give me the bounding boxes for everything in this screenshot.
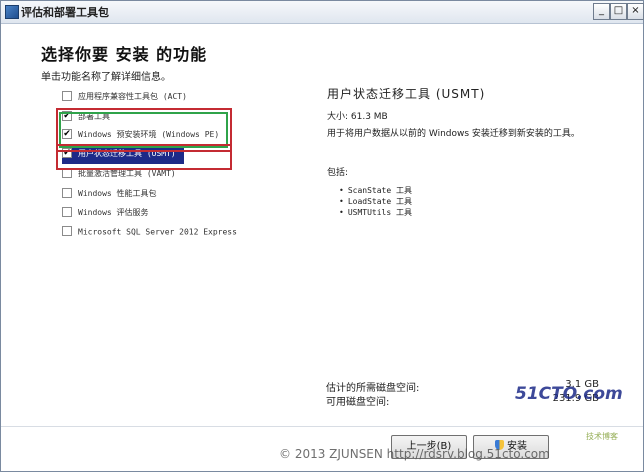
- feature-item-sql-express[interactable]: Microsoft SQL Server 2012 Express: [62, 226, 237, 243]
- feature-checkbox[interactable]: [62, 226, 72, 236]
- detail-size: 大小: 61.3 MB: [327, 112, 388, 122]
- feature-label: Microsoft SQL Server 2012 Express: [78, 227, 237, 237]
- highlight-box-red-usmt: [56, 144, 232, 170]
- page-title: 选择你要 安装 的功能: [41, 45, 208, 64]
- feature-label: Windows 评估服务: [78, 208, 149, 217]
- detail-description: 用于将用户数据从以前的 Windows 安装迁移到新安装的工具。: [327, 129, 580, 139]
- app-icon: [5, 5, 19, 19]
- feature-checkbox[interactable]: [62, 187, 72, 198]
- watermark-copyright: © 2013 ZJUNSEN http://rdsrv.blog.51cto.c…: [279, 447, 550, 461]
- feature-label: Windows 性能工具包: [78, 189, 157, 198]
- list-item: ScanState 工具: [339, 185, 412, 196]
- feature-item-performance-toolkit[interactable]: Windows 性能工具包: [62, 187, 157, 204]
- title-bar[interactable]: 评估和部署工具包 _ □ ×: [1, 1, 644, 24]
- feature-item-vamt[interactable]: 批量激活管理工具 (VAMT): [62, 167, 176, 184]
- detail-includes-list: ScanState 工具 LoadState 工具 USMTUtils 工具: [339, 185, 412, 218]
- feature-checkbox[interactable]: [62, 90, 72, 101]
- highlight-box-green: [59, 112, 228, 148]
- detail-title: 用户状态迁移工具 (USMT): [327, 87, 486, 101]
- window-title: 评估和部署工具包: [21, 6, 109, 19]
- close-button[interactable]: ×: [627, 3, 644, 20]
- feature-label: 应用程序兼容性工具包 (ACT): [78, 92, 187, 101]
- detail-includes-label: 包括:: [327, 168, 349, 178]
- list-item: LoadState 工具: [339, 196, 412, 207]
- list-item: USMTUtils 工具: [339, 207, 412, 218]
- feature-checkbox[interactable]: [62, 206, 72, 217]
- required-space-label: 估计的所需磁盘空间:: [326, 383, 420, 394]
- maximize-button[interactable]: □: [610, 3, 627, 20]
- watermark-logo: 51CTO.com: [515, 384, 623, 404]
- feature-item-assessment-services[interactable]: Windows 评估服务: [62, 206, 149, 223]
- watermark-logo-sub: 技术博客: [586, 432, 618, 441]
- feature-label: 批量激活管理工具 (VAMT): [78, 169, 176, 178]
- installer-window: 评估和部署工具包 _ □ × 选择你要 安装 的功能 单击功能名称了解详细信息。…: [0, 0, 644, 472]
- available-space-label: 可用磁盘空间:: [326, 397, 390, 408]
- footer-divider: [1, 426, 643, 427]
- feature-item-act[interactable]: 应用程序兼容性工具包 (ACT): [62, 90, 187, 107]
- page-subtitle: 单击功能名称了解详细信息。: [41, 72, 171, 83]
- minimize-button[interactable]: _: [593, 3, 610, 20]
